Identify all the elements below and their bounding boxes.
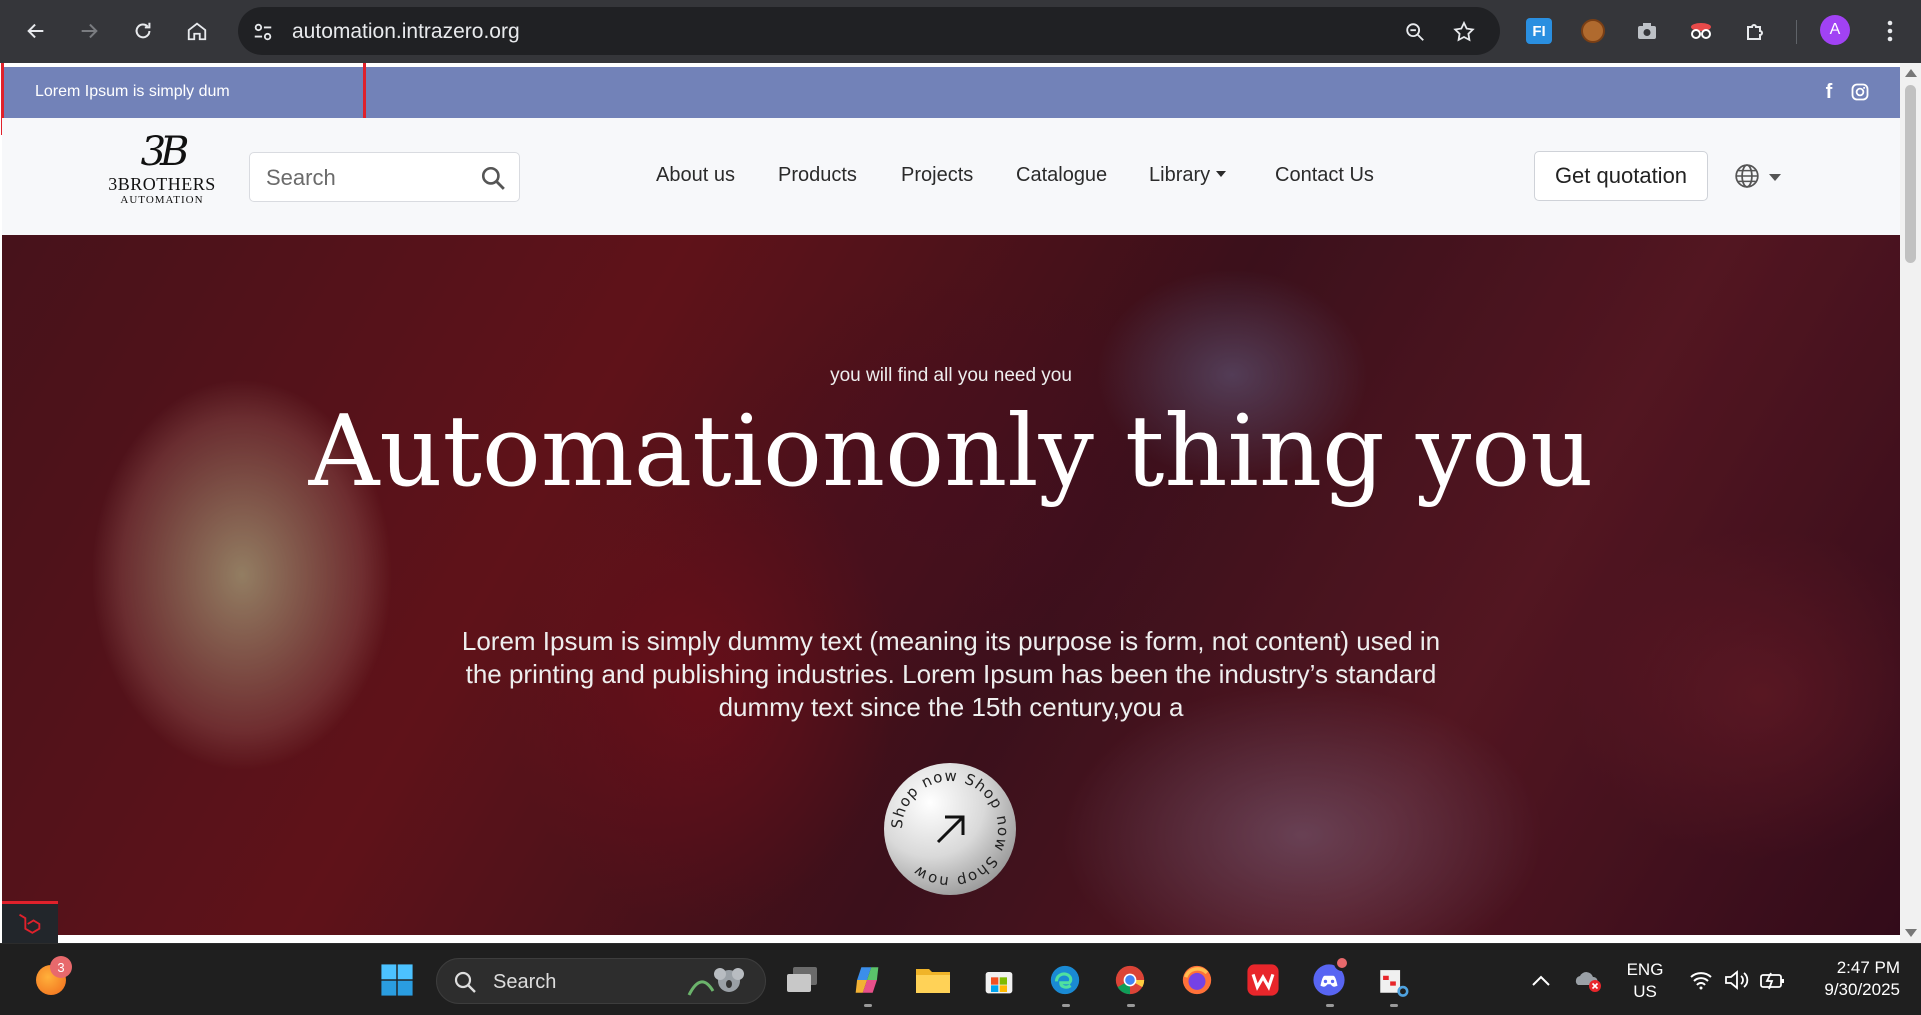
wps-office-icon[interactable] xyxy=(1244,961,1282,999)
toolbar-divider xyxy=(1796,20,1797,44)
nav-about-us[interactable]: About us xyxy=(656,164,735,187)
clock-time: 2:47 PM xyxy=(1836,958,1900,977)
language-indicator[interactable]: ENG US xyxy=(1624,959,1666,1003)
url-text[interactable]: automation.intrazero.org xyxy=(292,20,520,44)
discord-icon[interactable] xyxy=(1310,955,1350,999)
nav-library[interactable]: Library xyxy=(1149,164,1227,187)
windows-start-icon[interactable] xyxy=(378,961,416,999)
logo-mark: 3B xyxy=(140,129,190,175)
page-viewport: Lorem Ipsum is simply dum f 3B 3BROTHERS… xyxy=(0,63,1921,943)
taskbar-search-icon xyxy=(454,971,476,993)
bookmark-star-icon[interactable] xyxy=(1451,19,1477,45)
instagram-icon[interactable] xyxy=(1849,81,1871,103)
scroll-down-icon[interactable] xyxy=(1905,929,1917,937)
extension-cookie-icon[interactable] xyxy=(1576,14,1610,48)
hero-title: Automationonly thing you xyxy=(308,395,1594,509)
windows-taskbar: 3 Search ENG US 2:47 PM 9/30/2025 xyxy=(0,943,1921,1015)
extension-spy-icon[interactable] xyxy=(1684,14,1718,48)
file-explorer-icon[interactable] xyxy=(914,961,952,999)
nav-library-label: Library xyxy=(1149,164,1211,186)
more-menu-icon[interactable] xyxy=(1873,14,1907,48)
get-quotation-button[interactable]: Get quotation xyxy=(1534,151,1708,201)
app-running-indicator xyxy=(1390,1004,1398,1007)
nav-contact-us[interactable]: Contact Us xyxy=(1275,164,1374,187)
clock-date: 9/30/2025 xyxy=(1824,980,1900,999)
volume-icon[interactable] xyxy=(1718,961,1756,999)
browser-toolbar: automation.intrazero.org FI A xyxy=(0,0,1921,63)
nav-projects[interactable]: Projects xyxy=(901,164,973,187)
facebook-icon[interactable]: f xyxy=(1818,81,1840,103)
site-search-input[interactable] xyxy=(266,165,466,191)
extension-fi-icon[interactable]: FI xyxy=(1522,14,1556,48)
nav-catalogue[interactable]: Catalogue xyxy=(1016,164,1107,187)
page-scrollbar[interactable] xyxy=(1900,63,1921,943)
forward-icon[interactable] xyxy=(72,14,106,48)
clock[interactable]: 2:47 PM 9/30/2025 xyxy=(1800,957,1900,1001)
language-code: ENG xyxy=(1626,960,1664,979)
app-running-indicator xyxy=(1127,1004,1135,1007)
shop-now-badge[interactable]: Shop now Shop now Shop now xyxy=(883,762,1017,896)
home-icon[interactable] xyxy=(180,14,214,48)
language-caret-icon[interactable] xyxy=(1769,174,1781,181)
site-info-icon[interactable] xyxy=(250,19,276,45)
microsoft-store-icon[interactable] xyxy=(980,961,1018,999)
camera-icon[interactable] xyxy=(1630,14,1664,48)
site-header: 3B 3BROTHERS AUTOMATION About us Product… xyxy=(2,118,1900,235)
scroll-up-icon[interactable] xyxy=(1905,69,1917,77)
notification-badge: 3 xyxy=(50,956,72,978)
profile-avatar[interactable]: A xyxy=(1820,15,1850,45)
scroll-thumb[interactable] xyxy=(1905,85,1916,263)
copilot-icon[interactable] xyxy=(848,961,886,999)
globe-icon[interactable] xyxy=(1734,163,1760,189)
site-search xyxy=(249,152,520,202)
region-code: US xyxy=(1633,982,1657,1001)
laravel-debugbar-icon[interactable] xyxy=(2,901,58,943)
snipping-tool-icon[interactable] xyxy=(1374,961,1412,999)
taskbar-search-label: Search xyxy=(493,971,557,993)
reload-icon[interactable] xyxy=(126,14,160,48)
onedrive-error-icon[interactable] xyxy=(1569,961,1607,999)
app-running-indicator xyxy=(1326,1004,1334,1007)
edge-browser-icon[interactable] xyxy=(1046,961,1084,999)
chrome-browser-icon[interactable] xyxy=(1111,961,1149,999)
battery-icon[interactable] xyxy=(1754,961,1792,999)
extensions-puzzle-icon[interactable] xyxy=(1738,14,1772,48)
app-running-indicator xyxy=(1062,1004,1070,1007)
hero-kicker: you will find all you need you xyxy=(830,365,1072,386)
search-icon[interactable] xyxy=(480,165,506,191)
app-running-indicator xyxy=(864,1004,872,1007)
nav-products[interactable]: Products xyxy=(778,164,857,187)
task-view-icon[interactable] xyxy=(783,961,821,999)
koala-search-highlight-icon xyxy=(687,965,751,999)
firefox-icon[interactable] xyxy=(1178,961,1216,999)
logo-name: 3BROTHERS xyxy=(108,174,216,194)
address-bar[interactable]: automation.intrazero.org xyxy=(238,7,1500,55)
back-icon[interactable] xyxy=(19,14,53,48)
caret-down-icon xyxy=(1216,171,1227,177)
hero-description: Lorem Ipsum is simply dummy text (meanin… xyxy=(461,626,1441,722)
hero-banner: you will find all you need you Automatio… xyxy=(2,235,1900,935)
taskbar-search[interactable]: Search xyxy=(436,958,766,1004)
wifi-icon[interactable] xyxy=(1682,961,1720,999)
zoom-icon[interactable] xyxy=(1402,19,1428,45)
site-logo[interactable]: 3B 3BROTHERS AUTOMATION xyxy=(97,130,227,225)
chevron-up-icon[interactable] xyxy=(1522,961,1560,999)
logo-subtitle: AUTOMATION xyxy=(120,194,204,206)
